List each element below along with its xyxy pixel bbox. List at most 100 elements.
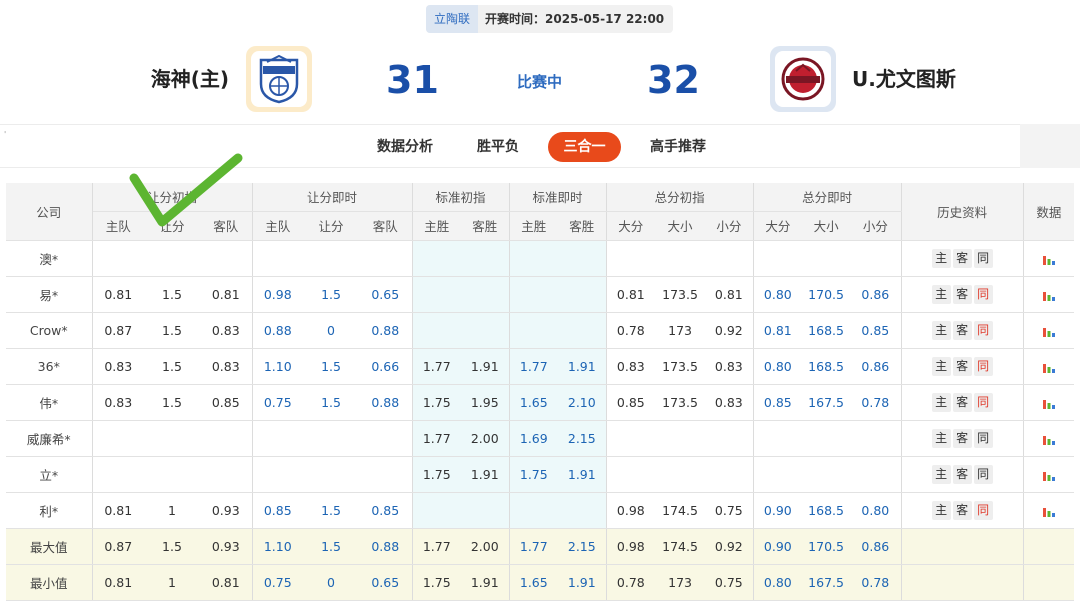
odds-cell: 2.00 bbox=[461, 420, 510, 457]
company-name[interactable]: 澳* bbox=[6, 240, 93, 277]
odds-cell: 1.95 bbox=[461, 384, 510, 421]
history-home-button[interactable]: 主 bbox=[931, 248, 951, 268]
odds-cell: 0.80 bbox=[753, 348, 803, 385]
odds-cell: 1.5 bbox=[144, 384, 200, 421]
col-company: 公司 bbox=[6, 183, 93, 241]
odds-cell: 1.5 bbox=[144, 276, 200, 313]
history-away-button[interactable]: 客 bbox=[952, 500, 972, 520]
history-away-button[interactable]: 客 bbox=[952, 320, 972, 340]
odds-cell: 0.78 bbox=[606, 312, 656, 349]
odds-cell bbox=[412, 276, 462, 313]
sub-handicap: 让分 bbox=[144, 211, 200, 241]
odds-cell: 1.91 bbox=[558, 564, 607, 601]
history-same-button[interactable]: 同 bbox=[973, 392, 993, 412]
neptunas-logo-icon bbox=[259, 54, 299, 104]
odds-cell: 0.93 bbox=[200, 528, 253, 565]
juventus-logo-icon bbox=[781, 57, 825, 101]
odds-cell bbox=[509, 312, 559, 349]
odds-cell: 0.93 bbox=[200, 492, 253, 529]
bar-chart-icon[interactable] bbox=[1042, 288, 1056, 302]
sub-home-win: 主胜 bbox=[412, 211, 462, 241]
odds-cell: 1.5 bbox=[303, 384, 360, 421]
history-away-button[interactable]: 客 bbox=[952, 464, 972, 484]
history-same-button[interactable]: 同 bbox=[973, 464, 993, 484]
odds-cell: 0.85 bbox=[850, 312, 902, 349]
history-away-button[interactable]: 客 bbox=[952, 392, 972, 412]
bar-chart-icon[interactable] bbox=[1042, 360, 1056, 374]
odds-cell: 173 bbox=[655, 312, 706, 349]
history-away-button[interactable]: 客 bbox=[952, 428, 972, 448]
sub-home: 主队 bbox=[92, 211, 144, 241]
odds-cell: 1.75 bbox=[509, 456, 559, 493]
sub-over: 大分 bbox=[606, 211, 656, 241]
bar-chart-icon[interactable] bbox=[1042, 432, 1056, 446]
odds-cell: 0.86 bbox=[850, 276, 902, 313]
history-home-button[interactable]: 主 bbox=[931, 320, 951, 340]
bar-chart-icon[interactable] bbox=[1042, 252, 1056, 266]
odds-cell: 0.85 bbox=[252, 492, 304, 529]
company-name[interactable]: 36* bbox=[6, 348, 93, 385]
odds-cell bbox=[200, 456, 253, 493]
away-team-logo[interactable] bbox=[770, 46, 836, 112]
bar-chart-icon[interactable] bbox=[1042, 504, 1056, 518]
history-same-button[interactable]: 同 bbox=[973, 356, 993, 376]
odds-cell: 0.85 bbox=[200, 384, 253, 421]
history-home-button[interactable]: 主 bbox=[931, 464, 951, 484]
history-home-button[interactable]: 主 bbox=[931, 284, 951, 304]
company-name[interactable]: 伟* bbox=[6, 384, 93, 421]
odds-cell: 0.65 bbox=[359, 564, 413, 601]
group-total-live: 总分即时 bbox=[753, 183, 902, 212]
odds-cell bbox=[303, 456, 360, 493]
odds-cell: 0.98 bbox=[606, 492, 656, 529]
odds-cell: 0.81 bbox=[92, 276, 144, 313]
odds-cell: 0.81 bbox=[753, 312, 803, 349]
bar-chart-icon[interactable] bbox=[1042, 324, 1056, 338]
odds-cell: 1.75 bbox=[412, 564, 462, 601]
odds-cell bbox=[144, 456, 200, 493]
sub-under: 小分 bbox=[705, 211, 754, 241]
odds-cell bbox=[753, 456, 803, 493]
tab-data-analysis[interactable]: 数据分析 bbox=[377, 132, 433, 162]
history-home-button[interactable]: 主 bbox=[931, 356, 951, 376]
data-cell bbox=[1023, 492, 1075, 529]
history-same-button[interactable]: 同 bbox=[973, 500, 993, 520]
history-same-button[interactable]: 同 bbox=[973, 428, 993, 448]
history-away-button[interactable]: 客 bbox=[952, 284, 972, 304]
summary-row: 最小值 0.81 1 0.81 0.75 0 0.65 1.75 1.91 1.65 1.91 0.7… bbox=[6, 564, 1075, 601]
data-cell bbox=[1023, 384, 1075, 421]
bar-chart-icon[interactable] bbox=[1042, 396, 1056, 410]
home-team-name[interactable]: 海神(主) bbox=[151, 66, 229, 92]
history-away-button[interactable]: 客 bbox=[952, 356, 972, 376]
odds-cell: 0.92 bbox=[705, 312, 754, 349]
history-same-button[interactable]: 同 bbox=[973, 284, 993, 304]
history-home-button[interactable]: 主 bbox=[931, 428, 951, 448]
odds-cell: 0.75 bbox=[705, 492, 754, 529]
history-home-button[interactable]: 主 bbox=[931, 392, 951, 412]
company-name[interactable]: 易* bbox=[6, 276, 93, 313]
league-tag[interactable]: 立陶联 bbox=[426, 5, 479, 33]
data-cell bbox=[1023, 348, 1075, 385]
history-away-button[interactable]: 客 bbox=[952, 248, 972, 268]
odds-cell: 0.81 bbox=[606, 276, 656, 313]
bar-chart-icon[interactable] bbox=[1042, 468, 1056, 482]
company-name[interactable]: 威廉希* bbox=[6, 420, 93, 457]
odds-cell bbox=[252, 456, 304, 493]
company-name[interactable]: Crow* bbox=[6, 312, 93, 349]
away-team-name[interactable]: U.尤文图斯 bbox=[852, 66, 956, 92]
away-score: 32 bbox=[647, 58, 700, 102]
history-home-button[interactable]: 主 bbox=[931, 500, 951, 520]
history-same-button[interactable]: 同 bbox=[973, 248, 993, 268]
history-cell: 主客同 bbox=[901, 276, 1024, 313]
table-row: 36* 0.83 1.5 0.83 1.10 1.5 0.66 1.77 1.91 1.77 1.9… bbox=[6, 348, 1075, 385]
odds-cell bbox=[461, 312, 510, 349]
tab-expert-picks[interactable]: 高手推荐 bbox=[650, 132, 706, 162]
company-name[interactable]: 利* bbox=[6, 492, 93, 529]
history-same-button[interactable]: 同 bbox=[973, 320, 993, 340]
tab-win-draw-loss[interactable]: 胜平负 bbox=[477, 132, 519, 162]
company-name[interactable]: 立* bbox=[6, 456, 93, 493]
odds-cell bbox=[850, 240, 902, 277]
odds-cell: 170.5 bbox=[802, 528, 851, 565]
table-row: Crow* 0.87 1.5 0.83 0.88 0 0.88 0.78 173 0.92 0.81… bbox=[6, 312, 1075, 349]
tab-three-in-one[interactable]: 三合一 bbox=[548, 132, 621, 162]
home-team-logo[interactable] bbox=[246, 46, 312, 112]
